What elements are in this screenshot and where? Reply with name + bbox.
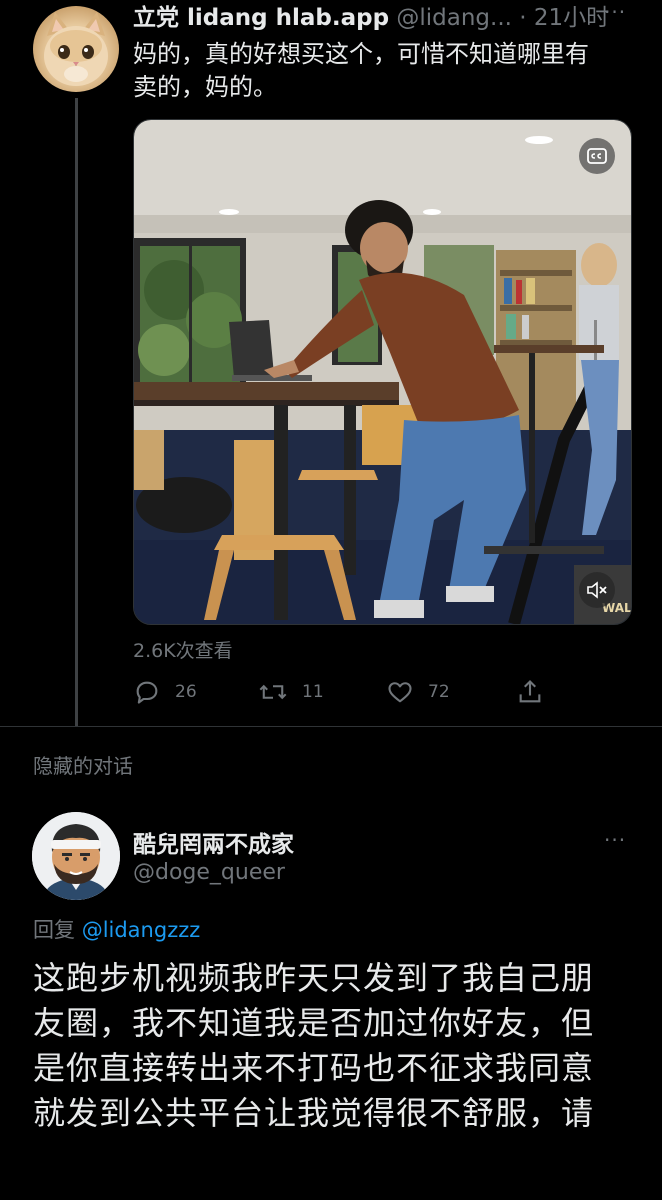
author-handle[interactable]: @doge_queer [133,860,285,885]
video-frame-image: WAL [134,120,631,624]
section-divider [0,726,662,727]
author-handle-time[interactable]: @lidang... · 21小时 [396,5,609,31]
mute-button[interactable] [579,572,615,608]
view-count: 2.6K次查看 [133,640,233,662]
tweet-text-line: 就发到公共平台让我觉得很不舒服，请 [33,1094,595,1132]
tweet-text-line: 妈的，真的好想买这个，可惜不知道哪里有 [133,40,589,68]
heart-icon [388,682,412,703]
more-options-button[interactable]: ··· [604,0,626,24]
retweet-button[interactable]: 11 [258,676,324,708]
tweet-header: 立党 lidang hlab.app @lidang... · 21小时 [133,0,653,32]
thread-connector-line [75,98,78,726]
reply-to-line: 回复 @lidangzzz [33,914,200,944]
captions-button[interactable] [579,138,615,174]
hidden-conversation-label[interactable]: 隐藏的对话 [33,750,133,779]
tweet-text-line: 卖的，妈的。 [133,73,277,101]
author-display-name[interactable]: 立党 lidang hlab.app [133,5,389,31]
cat-avatar-icon [44,12,108,86]
like-button[interactable]: 72 [386,676,450,708]
share-upload-icon [519,680,541,703]
retweet-arrows-icon [259,684,287,700]
author-avatar-cartoon[interactable] [32,812,120,900]
cartoon-man-avatar-icon [32,812,120,900]
author-avatar-cat[interactable] [33,6,119,92]
tweet-text-line: 这跑步机视频我昨天只发到了我自己朋 [33,959,595,997]
reply-count: 26 [175,682,197,702]
video-player[interactable]: WAL [133,119,632,625]
tweet-text-line: 友圈，我不知道我是否加过你好友，但 [33,1004,595,1042]
reply-prefix: 回复 [33,918,75,942]
tweet-text: 妈的，真的好想买这个，可惜不知道哪里有 卖的，妈的。 [133,38,643,104]
share-button[interactable] [516,676,544,708]
captions-icon [587,148,607,164]
reply-mention-link[interactable]: @lidangzzz [82,918,201,942]
reply-button[interactable]: 26 [133,676,197,708]
more-options-button[interactable]: ··· [604,828,626,852]
author-display-name[interactable]: 酷兒罔兩不成家 [133,825,294,859]
speaker-muted-icon [587,581,607,599]
speech-bubble-icon [136,681,158,704]
tweet-action-bar: 26 11 72 [133,676,633,708]
tweet-text-line: 是你直接转出来不打码也不征求我同意 [33,1049,595,1087]
retweet-count: 11 [302,682,324,702]
tweet-text: 这跑步机视频我昨天只发到了我自己朋 友圈，我不知道我是否加过你好友，但 是你直接… [33,956,633,1136]
like-count: 72 [428,682,450,702]
